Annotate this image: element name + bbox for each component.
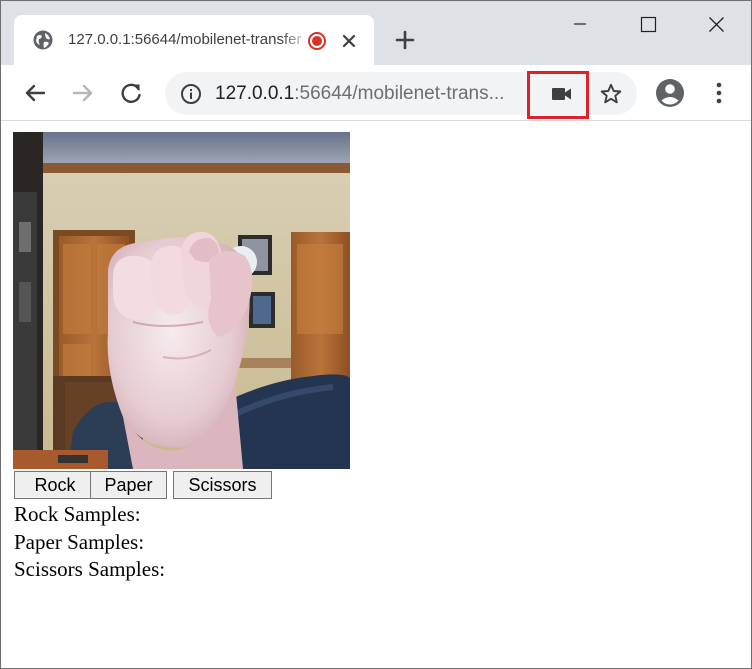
url-host: 127.0.0.1 xyxy=(215,83,295,104)
webcam-video xyxy=(13,132,350,469)
browser-tab[interactable]: 127.0.0.1:56644/mobilenet-transfer xyxy=(14,15,374,65)
globe-icon xyxy=(33,30,53,50)
sample-counts: Rock Samples: Paper Samples: Scissors Sa… xyxy=(14,501,165,584)
plus-icon[interactable] xyxy=(393,28,417,52)
window-close-icon[interactable] xyxy=(693,1,739,47)
url-path: :56644/mobilenet-trans... xyxy=(294,83,505,104)
maximize-icon[interactable] xyxy=(625,1,671,47)
paper-samples-label: Paper Samples: xyxy=(14,529,145,554)
browser-toolbar: 127.0.0.1:56644/mobilenet-trans... xyxy=(1,65,751,121)
scissors-button[interactable]: Scissors xyxy=(173,471,272,499)
minimize-icon[interactable] xyxy=(557,1,603,47)
video-camera-icon[interactable] xyxy=(551,86,573,102)
rock-button[interactable]: Rock xyxy=(14,471,96,499)
tab-title: 127.0.0.1:56644/mobilenet-transfer xyxy=(68,31,302,48)
star-icon[interactable] xyxy=(599,82,623,106)
tab-strip: 127.0.0.1:56644/mobilenet-transfer xyxy=(1,1,751,65)
close-icon[interactable] xyxy=(339,31,359,51)
rock-samples-label: Rock Samples: xyxy=(14,502,141,526)
recording-dot-icon xyxy=(308,32,326,50)
info-icon[interactable] xyxy=(180,83,202,105)
back-arrow-icon[interactable] xyxy=(20,78,50,108)
paper-button[interactable]: Paper xyxy=(90,471,167,499)
address-bar[interactable]: 127.0.0.1:56644/mobilenet-trans... xyxy=(165,71,637,119)
scissors-samples-label: Scissors Samples: xyxy=(14,557,166,581)
reload-icon[interactable] xyxy=(116,78,146,108)
page-content: Rock Paper Scissors Rock Samples: Paper … xyxy=(1,121,751,668)
browser-window: 127.0.0.1:56644/mobilenet-transfer 127.0… xyxy=(0,0,752,669)
kebab-menu-icon[interactable] xyxy=(709,80,729,106)
forward-arrow-icon[interactable] xyxy=(68,78,98,108)
url-text[interactable]: 127.0.0.1:56644/mobilenet-trans... xyxy=(215,82,533,106)
account-icon[interactable] xyxy=(655,78,685,108)
